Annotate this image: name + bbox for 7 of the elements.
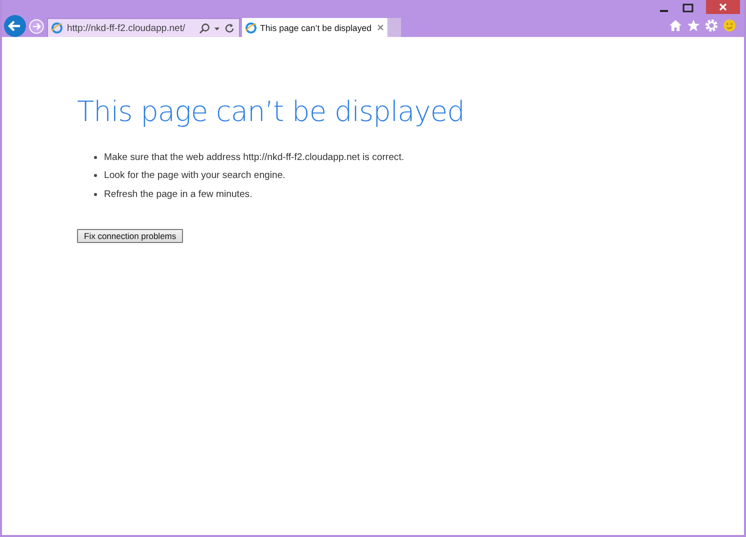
error-heading: This page can’t be displayed	[77, 94, 464, 130]
browser-tab[interactable]: This page can’t be displayed	[242, 18, 387, 37]
tip-text: Look for the page with your search engine.	[104, 170, 286, 182]
fix-connection-button[interactable]: Fix connection problems	[77, 228, 184, 242]
address-field[interactable]: http://nkd-ff-f2.cloudapp.net/	[47, 18, 240, 37]
tip-text: Make sure that the web address http://nkd-ff-f2.cloudapp.net is correct.	[104, 152, 404, 163]
tip-text: Refresh the page in a few minutes.	[104, 188, 252, 200]
